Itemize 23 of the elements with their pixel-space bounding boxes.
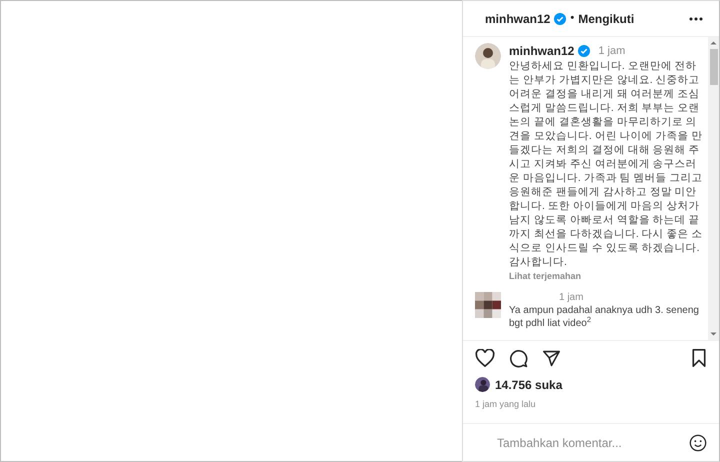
comment-field[interactable]: Tambahkan komentar... (497, 434, 689, 452)
comment-icon[interactable] (509, 348, 528, 368)
separator: • (570, 11, 574, 26)
verified-badge-icon (578, 45, 590, 57)
heart-icon[interactable] (475, 349, 495, 367)
like-count[interactable]: 14.756 suka (495, 376, 562, 394)
scrollbar[interactable] (708, 37, 719, 340)
scrollbar-thumb[interactable] (710, 49, 718, 85)
emoji-icon[interactable] (689, 434, 707, 452)
scroll-up-icon[interactable] (710, 39, 717, 47)
username[interactable]: minhwan12 (485, 10, 550, 28)
caption-text: 안녕하세요 민환입니다. 오랜만에 전하는 안부가 가볍지만은 않네요. 신중하고 어려운 결정을 내리게 돼 여러분께 조심스럽게 말씀드립니다. 저희 부부는 오랜 논의 끝에 결혼생활을 마무리하기로 의견을 모았습니다. 어린 나이에 가족을 만들겠다는 저희의 결정에 대해 응원해 주시고 지켜봐 주신 여러분에게 송구스러운 마음입니다. 가족과 팀 멤버들 그리고 응원해준 팬들에게 감사하고 정말 미안합니다. 또한 아이들에게 마음의 상처가 남지 않도록 아빠로서 역할을 하는데 끝까지 최선을 다하겠습니다. 다시 좋은 소식으로 인사드릴 수 있도록 하겠습니다. 감사합니다. (509, 59, 704, 269)
send-icon[interactable] (542, 350, 561, 366)
comment-time: 1 jam (559, 292, 584, 304)
username[interactable]: minhwan12 (509, 42, 574, 60)
post-age: 1 jam yang lalu (475, 398, 537, 411)
comment-text: Ya ampun padahal anaknya udh 3. seneng bgt pdhl liat video$^{2}$ (509, 304, 700, 330)
follow-status[interactable]: Mengikuti (578, 10, 634, 28)
scroll-down-icon[interactable] (710, 330, 717, 338)
verified-badge-icon (554, 12, 566, 24)
bookmark-icon[interactable] (691, 349, 707, 367)
more-icon[interactable] (689, 16, 703, 20)
post-time: 1 jam (598, 44, 626, 59)
